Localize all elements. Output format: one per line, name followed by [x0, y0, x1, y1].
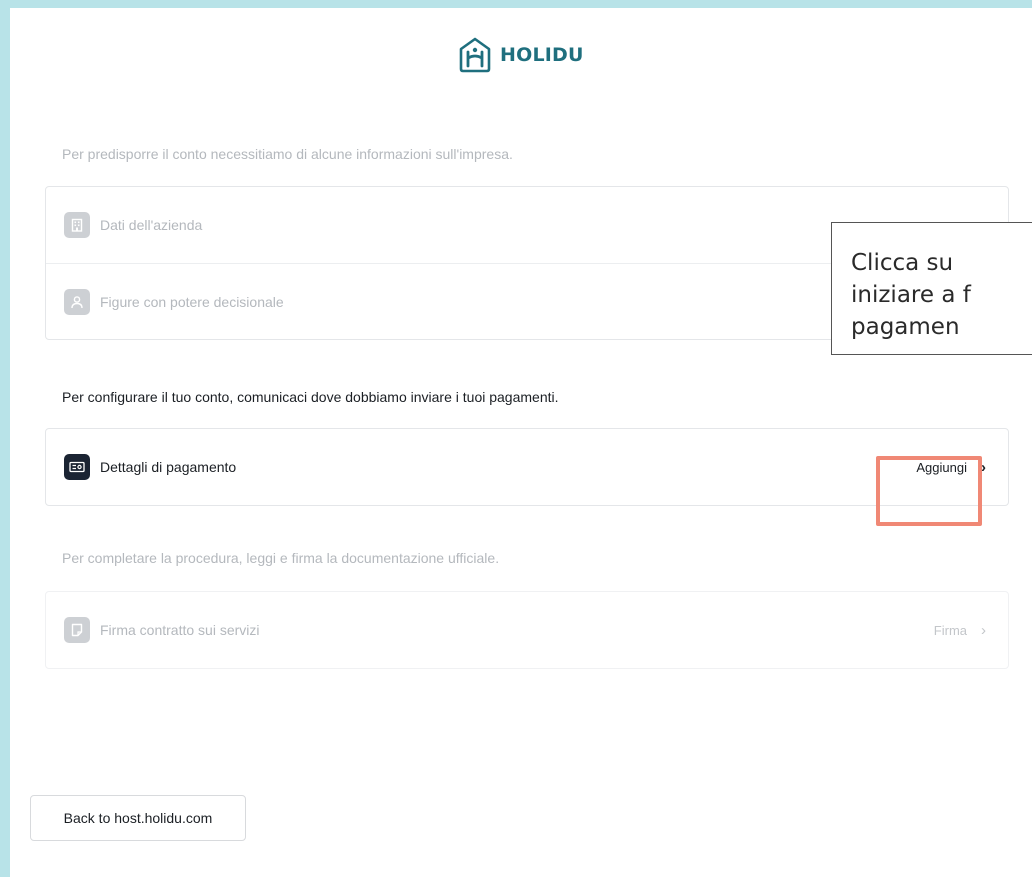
add-payment-label: Aggiungi	[916, 459, 967, 475]
brand-header: HOLIDU	[458, 30, 584, 80]
back-to-host-button[interactable]: Back to host.holidu.com	[30, 795, 246, 841]
user-icon	[64, 288, 90, 315]
building-icon	[64, 212, 90, 238]
payment-intro: Per configurare il tuo conto, comunicaci…	[62, 389, 559, 405]
company-info-intro: Per predisporre il conto necessitiamo di…	[62, 146, 513, 162]
guide-tooltip: Clicca su iniziare a f pagamen	[831, 222, 1032, 355]
chevron-right-icon: ›	[981, 458, 986, 476]
add-payment-button[interactable]: Aggiungi ›	[916, 459, 986, 476]
contract-card: Firma contratto sui servizi Firma ›	[45, 591, 1009, 669]
payment-card: Dettagli di pagamento Aggiungi ›	[45, 428, 1009, 506]
document-icon	[64, 617, 90, 643]
sign-contract-button[interactable]: Firma ›	[934, 622, 986, 639]
onboarding-page: HOLIDU Per predisporre il conto necessit…	[10, 8, 1032, 877]
payment-details-row[interactable]: Dettagli di pagamento Aggiungi ›	[46, 429, 1008, 505]
payment-details-label: Dettagli di pagamento	[100, 459, 237, 475]
sign-contract-label: Firma contratto sui servizi	[100, 622, 260, 638]
holidu-logo-icon	[458, 36, 492, 74]
company-details-label: Dati dell'azienda	[100, 217, 203, 233]
payment-card-icon	[64, 454, 90, 480]
sign-contract-row[interactable]: Firma contratto sui servizi Firma ›	[46, 592, 1008, 668]
chevron-right-icon: ›	[981, 621, 986, 639]
contract-intro: Per completare la procedura, leggi e fir…	[62, 550, 500, 566]
decision-makers-label: Figure con potere decisionale	[100, 293, 284, 310]
sign-contract-action-label: Firma	[933, 622, 967, 638]
brand-name: HOLIDU	[500, 44, 584, 66]
